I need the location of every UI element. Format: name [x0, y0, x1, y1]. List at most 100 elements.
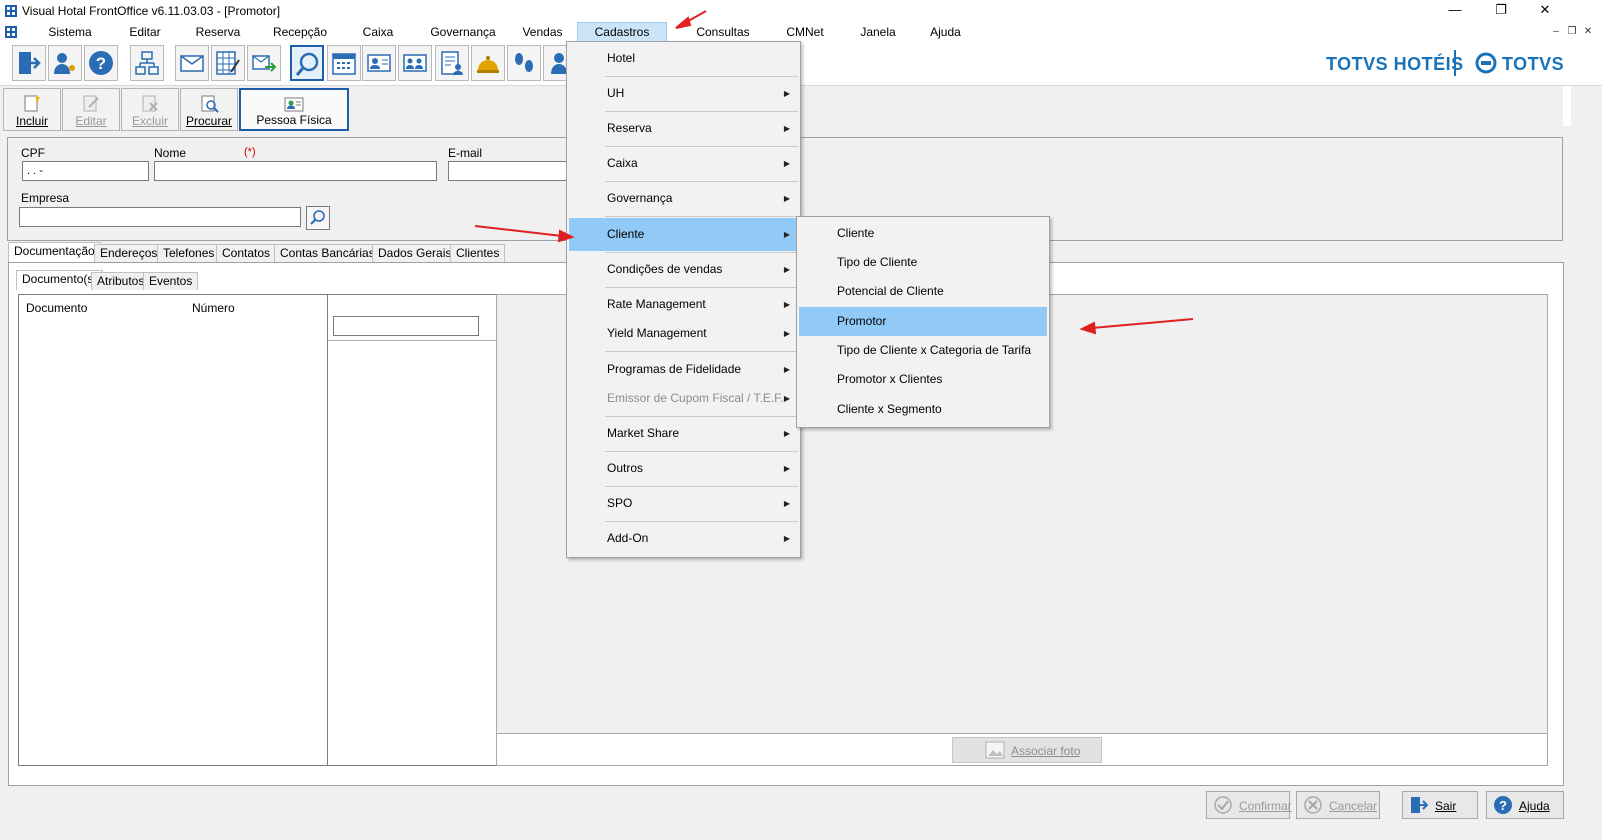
mdi-minimize-button[interactable]: – — [1550, 26, 1562, 38]
cpf-input[interactable]: . . - — [22, 161, 149, 181]
menu-cadastros[interactable]: Cadastros — [577, 22, 667, 42]
menu-cmnet[interactable]: CMNet — [775, 22, 835, 42]
confirmar-button[interactable]: Confirmar — [1206, 791, 1292, 819]
menu-sistema[interactable]: Sistema — [40, 22, 100, 42]
menu-ajuda[interactable]: Ajuda — [918, 22, 973, 42]
envelope-icon — [180, 55, 204, 72]
brand-totvs: TOTVS — [1502, 54, 1565, 74]
toolbar-bell-button[interactable] — [471, 45, 505, 81]
cpf-label: CPF — [21, 146, 45, 160]
submenu-arrow-icon: ▶ — [783, 394, 790, 403]
brand-separator — [1454, 50, 1456, 76]
menu-item-governanca[interactable]: Governança ▶ — [569, 182, 798, 215]
menu-item-outros[interactable]: Outros ▶ — [569, 452, 798, 485]
mdi-restore-button[interactable]: ❐ — [1566, 26, 1578, 38]
email-label: E-mail — [448, 146, 483, 160]
mdi-scroll-strip — [1563, 86, 1571, 126]
associar-foto-button[interactable]: Associar foto — [952, 737, 1102, 763]
excluir-button[interactable]: Excluir — [121, 88, 179, 131]
tab-dados-gerais[interactable]: Dados Gerais — [372, 244, 458, 262]
menu-item-add-on[interactable]: Add-On ▶ — [569, 522, 798, 555]
email-input[interactable] — [448, 161, 570, 181]
column-numero[interactable]: Número — [192, 301, 235, 315]
toolbar-user-button[interactable] — [543, 45, 567, 81]
menu-editar[interactable]: Editar — [115, 22, 175, 42]
toolbar-guest-card-button[interactable] — [362, 45, 396, 81]
toolbar-sheet-button[interactable] — [211, 45, 245, 81]
pessoa-fisica-button[interactable]: Pessoa Física — [239, 88, 349, 131]
hierarchy-icon — [135, 51, 159, 75]
menu-item-yield-management[interactable]: Yield Management ▶ — [569, 317, 798, 350]
menu-item-uh[interactable]: UH ▶ — [569, 77, 798, 110]
ajuda-button[interactable]: ? Ajuda — [1486, 791, 1564, 819]
toolbar-send-button[interactable] — [247, 45, 281, 81]
menu-item-emissor-cupom-fiscal[interactable]: Emissor de Cupom Fiscal / T.E.F. ▶ — [569, 382, 798, 415]
incluir-button[interactable]: Incluir — [3, 88, 61, 131]
editar-button[interactable]: Editar — [62, 88, 120, 131]
menu-consultas[interactable]: Consultas — [683, 22, 763, 42]
empresa-lookup-button[interactable] — [306, 206, 330, 230]
attribute-input[interactable] — [333, 316, 479, 336]
empresa-input[interactable] — [19, 207, 301, 227]
person-card-icon — [284, 97, 304, 112]
nome-input[interactable] — [154, 161, 437, 181]
calendar-icon — [332, 53, 356, 75]
toolbar-mail-button[interactable] — [175, 45, 209, 81]
nome-label: Nome — [154, 146, 187, 160]
minimize-button[interactable]: — — [1432, 0, 1478, 22]
mdi-child-icon[interactable] — [4, 25, 18, 39]
documents-table[interactable]: Documento Número — [18, 294, 328, 766]
menu-reserva[interactable]: Reserva — [183, 22, 253, 42]
mdi-close-button[interactable]: ✕ — [1582, 26, 1594, 38]
menu-separator — [605, 351, 798, 352]
menu-janela[interactable]: Janela — [848, 22, 908, 42]
toolbar-exit-button[interactable] — [12, 45, 46, 81]
restore-button[interactable]: ❐ — [1478, 0, 1524, 22]
toolbar-footprints-button[interactable] — [507, 45, 541, 81]
subtab-eventos[interactable]: Eventos — [143, 272, 199, 290]
menu-caixa[interactable]: Caixa — [348, 22, 408, 42]
sair-button[interactable]: Sair — [1402, 791, 1478, 819]
app-icon — [5, 5, 17, 17]
procurar-button[interactable]: Procurar — [180, 88, 238, 131]
tab-contatos[interactable]: Contatos — [216, 244, 277, 262]
tab-documentacao[interactable]: Documentação — [8, 242, 101, 262]
submenu-item-cliente[interactable]: Cliente — [799, 219, 1047, 248]
menu-item-caixa[interactable]: Caixa ▶ — [569, 147, 798, 180]
tab-contas-bancarias[interactable]: Contas Bancárias — [274, 244, 381, 262]
menu-item-spo[interactable]: SPO ▶ — [569, 487, 798, 520]
submenu-item-tipo-cliente-categoria-tarifa[interactable]: Tipo de Cliente x Categoria de Tarifa — [799, 336, 1047, 365]
footprints-icon — [515, 53, 533, 72]
toolbar-help-button[interactable]: ? — [84, 45, 118, 81]
menu-item-condicoes-de-vendas[interactable]: Condições de vendas ▶ — [569, 253, 798, 286]
menu-item-cliente[interactable]: Cliente ▶ — [569, 218, 798, 251]
toolbar-report-button[interactable] — [435, 45, 469, 81]
submenu-item-tipo-de-cliente[interactable]: Tipo de Cliente — [799, 248, 1047, 277]
toolbar-calendar-button[interactable] — [327, 45, 361, 81]
menu-item-hotel[interactable]: Hotel — [569, 42, 798, 75]
submenu-item-promotor[interactable]: Promotor — [799, 307, 1047, 336]
tab-telefones[interactable]: Telefones — [157, 244, 221, 262]
menu-vendas[interactable]: Vendas — [515, 22, 570, 42]
window-title: Visual Hotal FrontOffice v6.11.03.03 - [… — [22, 4, 281, 18]
column-documento[interactable]: Documento — [26, 301, 87, 315]
menu-recepcao[interactable]: Recepção — [260, 22, 340, 42]
menu-item-market-share[interactable]: Market Share ▶ — [569, 417, 798, 450]
toolbar-org-button[interactable] — [130, 45, 164, 81]
close-button[interactable]: ✕ — [1522, 0, 1568, 22]
subtab-atributos[interactable]: Atributos — [91, 272, 151, 290]
delete-document-icon — [142, 95, 158, 112]
tab-clientes[interactable]: Clientes — [450, 244, 506, 262]
submenu-item-potencial-de-cliente[interactable]: Potencial de Cliente — [799, 277, 1047, 306]
tab-enderecos[interactable]: Endereços — [94, 244, 164, 262]
cancelar-button[interactable]: Cancelar — [1296, 791, 1380, 819]
toolbar-users-button[interactable] — [48, 45, 82, 81]
menu-item-reserva[interactable]: Reserva ▶ — [569, 112, 798, 145]
menu-governanca[interactable]: Governança — [418, 22, 508, 42]
toolbar-search-button[interactable] — [290, 45, 324, 81]
submenu-arrow-icon: ▶ — [783, 265, 790, 274]
submenu-item-cliente-x-segmento[interactable]: Cliente x Segmento — [799, 395, 1047, 424]
submenu-arrow-icon: ▶ — [783, 159, 790, 168]
toolbar-guests-button[interactable] — [398, 45, 432, 81]
submenu-item-promotor-x-clientes[interactable]: Promotor x Clientes — [799, 365, 1047, 394]
